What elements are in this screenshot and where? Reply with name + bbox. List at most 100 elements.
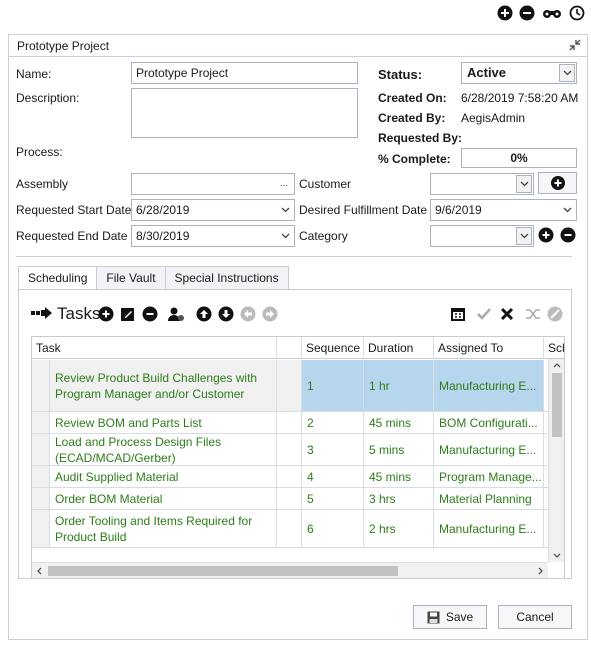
blank-cell[interactable] bbox=[277, 360, 302, 411]
blank-cell[interactable] bbox=[277, 434, 302, 465]
column-header-blank[interactable] bbox=[277, 337, 302, 359]
sequence-cell[interactable]: 4 bbox=[302, 466, 364, 487]
binoculars-icon[interactable] bbox=[541, 5, 563, 21]
desired-fulfillment-date-field[interactable]: 9/6/2019 bbox=[430, 199, 577, 221]
duration-cell[interactable]: 45 mins bbox=[364, 466, 434, 487]
duration-cell[interactable]: 5 mins bbox=[364, 434, 434, 465]
blank-cell[interactable] bbox=[277, 510, 302, 547]
chevron-down-icon[interactable] bbox=[277, 201, 293, 219]
column-header-sequence[interactable]: Sequence bbox=[302, 337, 364, 359]
name-field[interactable]: Prototype Project bbox=[131, 62, 358, 84]
row-header[interactable] bbox=[32, 412, 50, 433]
column-header-schedule[interactable]: Sche bbox=[544, 337, 564, 359]
remove-task-button[interactable] bbox=[141, 305, 159, 323]
move-left-button[interactable] bbox=[239, 305, 257, 323]
duration-cell[interactable]: 2 hrs bbox=[364, 510, 434, 547]
table-row[interactable]: Review Product Build Challenges with Pro… bbox=[32, 360, 564, 412]
clock-icon[interactable] bbox=[569, 5, 585, 21]
save-label: Save bbox=[445, 610, 474, 624]
category-select[interactable] bbox=[430, 225, 534, 247]
assigned-to-cell[interactable]: Program Manage... bbox=[434, 466, 544, 487]
vertical-scrollbar[interactable] bbox=[548, 359, 564, 562]
row-header[interactable] bbox=[32, 510, 50, 547]
add-circle-icon[interactable] bbox=[497, 5, 513, 21]
table-row[interactable]: Order BOM Material 5 3 hrs Material Plannin… bbox=[32, 488, 564, 510]
remove-category-button[interactable] bbox=[560, 227, 576, 246]
table-row[interactable]: Load and Process Design Files (ECAD/MCAD… bbox=[32, 434, 564, 466]
row-header[interactable] bbox=[32, 434, 50, 465]
collapse-arrows-icon[interactable] bbox=[569, 39, 581, 51]
tab-file-vault[interactable]: File Vault bbox=[96, 266, 165, 290]
sequence-cell[interactable]: 3 bbox=[302, 434, 364, 465]
assembly-field[interactable]: ... bbox=[131, 173, 295, 195]
requested-start-date-field[interactable]: 6/28/2019 bbox=[131, 199, 295, 221]
duration-cell[interactable]: 1 hr bbox=[364, 360, 434, 411]
blank-cell[interactable] bbox=[277, 488, 302, 509]
task-cell[interactable]: Order BOM Material bbox=[50, 488, 277, 509]
task-cell[interactable]: Audit Supplied Material bbox=[50, 466, 277, 487]
customer-select[interactable] bbox=[430, 173, 534, 195]
assigned-to-cell[interactable]: Manufacturing E... bbox=[434, 510, 544, 547]
task-cell[interactable]: Order Tooling and Items Required for Pro… bbox=[50, 510, 277, 547]
horizontal-scroll-thumb[interactable] bbox=[48, 566, 398, 576]
add-category-button[interactable] bbox=[538, 227, 554, 246]
sequence-cell[interactable]: 1 bbox=[302, 360, 364, 411]
table-row[interactable]: Order Tooling and Items Required for Pro… bbox=[32, 510, 564, 548]
add-customer-button[interactable] bbox=[538, 172, 577, 194]
arrow-right-icon bbox=[31, 306, 53, 323]
shuffle-button[interactable] bbox=[524, 305, 542, 323]
row-header[interactable] bbox=[32, 466, 50, 487]
tab-special-instructions[interactable]: Special Instructions bbox=[164, 266, 289, 290]
column-header-task[interactable]: Task bbox=[32, 337, 277, 359]
add-task-button[interactable] bbox=[97, 305, 115, 323]
save-button[interactable]: Save bbox=[413, 605, 487, 629]
disable-button[interactable] bbox=[546, 305, 564, 323]
tasks-grid: Task Sequence Duration Assigned To Sche … bbox=[31, 336, 565, 579]
assigned-to-cell[interactable]: Manufacturing E... bbox=[434, 434, 544, 465]
column-header-assigned-to[interactable]: Assigned To bbox=[434, 337, 544, 359]
description-field[interactable] bbox=[131, 88, 358, 138]
duration-cell[interactable]: 3 hrs bbox=[364, 488, 434, 509]
status-value: Active bbox=[467, 65, 507, 80]
requested-end-label: Requested End Date bbox=[16, 229, 128, 243]
sequence-cell[interactable]: 2 bbox=[302, 412, 364, 433]
chevron-down-icon bbox=[516, 227, 532, 245]
ellipsis-button[interactable]: ... bbox=[275, 175, 293, 193]
column-header-duration[interactable]: Duration bbox=[364, 337, 434, 359]
requested-end-date-field[interactable]: 8/30/2019 bbox=[131, 225, 295, 247]
sequence-cell[interactable]: 6 bbox=[302, 510, 364, 547]
tab-scheduling[interactable]: Scheduling bbox=[18, 266, 97, 290]
vertical-scroll-thumb[interactable] bbox=[552, 373, 562, 437]
horizontal-scrollbar[interactable] bbox=[32, 562, 548, 578]
assigned-to-cell[interactable]: Material Planning bbox=[434, 488, 544, 509]
chevron-down-icon[interactable] bbox=[559, 201, 575, 219]
chevron-down-icon[interactable] bbox=[277, 227, 293, 245]
cancel-button[interactable]: Cancel bbox=[498, 605, 572, 629]
duration-cell[interactable]: 45 mins bbox=[364, 412, 434, 433]
category-label: Category bbox=[299, 229, 348, 243]
row-header[interactable] bbox=[32, 488, 50, 509]
table-row[interactable]: Audit Supplied Material 4 45 mins Program M… bbox=[32, 466, 564, 488]
assign-user-button[interactable] bbox=[167, 305, 185, 323]
task-cell[interactable]: Review Product Build Challenges with Pro… bbox=[50, 360, 277, 411]
duration-cell-text: 45 mins bbox=[369, 415, 412, 430]
calendar-button[interactable] bbox=[449, 305, 467, 323]
remove-circle-icon[interactable] bbox=[519, 5, 535, 21]
assigned-to-cell[interactable]: BOM Configurati... bbox=[434, 412, 544, 433]
move-up-button[interactable] bbox=[195, 305, 213, 323]
sequence-cell[interactable]: 5 bbox=[302, 488, 364, 509]
move-down-button[interactable] bbox=[217, 305, 235, 323]
assigned-to-cell[interactable]: Manufacturing E... bbox=[434, 360, 544, 411]
block-icon bbox=[547, 306, 563, 322]
row-header[interactable] bbox=[32, 360, 50, 411]
move-right-button[interactable] bbox=[261, 305, 279, 323]
status-select[interactable]: Active bbox=[461, 62, 577, 84]
table-row[interactable]: Review BOM and Parts List 2 45 mins BOM Con… bbox=[32, 412, 564, 434]
blank-cell[interactable] bbox=[277, 466, 302, 487]
cancel-task-button[interactable] bbox=[498, 305, 516, 323]
task-cell[interactable]: Review BOM and Parts List bbox=[50, 412, 277, 433]
blank-cell[interactable] bbox=[277, 412, 302, 433]
edit-task-button[interactable] bbox=[119, 305, 137, 323]
task-cell[interactable]: Load and Process Design Files (ECAD/MCAD… bbox=[50, 434, 277, 465]
checkmark-button[interactable] bbox=[475, 305, 493, 323]
